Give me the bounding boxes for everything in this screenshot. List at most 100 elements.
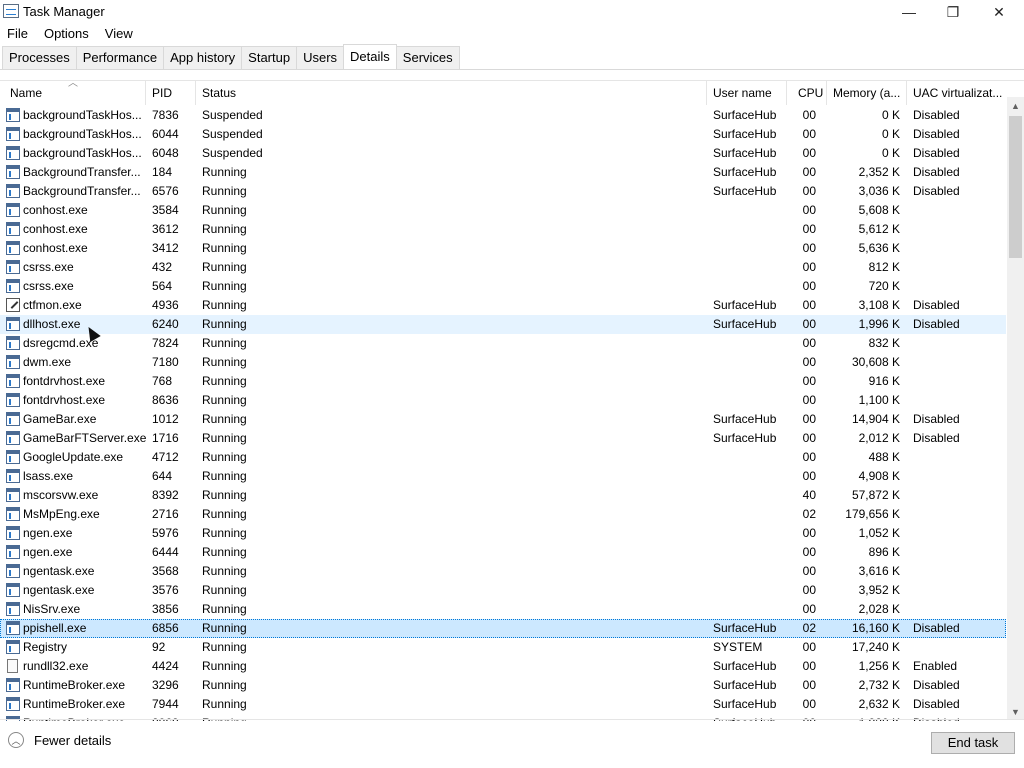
table-row[interactable]: lsass.exe 644 Running 00 4,908 K <box>0 467 1006 486</box>
vertical-scrollbar[interactable]: ▲ ▼ <box>1007 97 1024 720</box>
table-row[interactable]: GameBarFTServer.exe 1716 Running SurfaceHub… <box>0 429 1006 448</box>
cell-uac: Disabled <box>913 431 960 445</box>
cell-pid: 6240 <box>152 317 179 331</box>
table-row[interactable]: MsMpEng.exe 2716 Running 02 179,656 K <box>0 505 1006 524</box>
scroll-up-icon[interactable]: ▲ <box>1007 97 1024 114</box>
tab-processes[interactable]: Processes <box>2 46 77 69</box>
table-row[interactable]: ppishell.exe 6856 Running SurfaceHub 02 16,16… <box>0 619 1006 638</box>
table-row[interactable]: ngentask.exe 3568 Running 00 3,616 K <box>0 562 1006 581</box>
scroll-down-icon[interactable]: ▼ <box>1007 703 1024 720</box>
cell-name: mscorsvw.exe <box>23 488 99 502</box>
cell-name: dwm.exe <box>23 355 72 369</box>
column-header-name[interactable]: Name <box>4 81 146 105</box>
table-row[interactable]: backgroundTaskHos... 6048 Suspended Surface… <box>0 144 1006 163</box>
cell-mem: 14,904 K <box>851 412 900 426</box>
table-row[interactable]: BackgroundTransfer... 184 Running SurfaceHu… <box>0 163 1006 182</box>
cell-mem: 1,052 K <box>858 526 900 540</box>
cell-cpu: 00 <box>802 222 816 236</box>
tab-app-history[interactable]: App history <box>163 46 243 69</box>
cell-mem: 16,160 K <box>851 621 900 635</box>
tab-services[interactable]: Services <box>395 46 460 69</box>
cell-user <box>713 201 788 220</box>
cell-uac <box>913 600 1003 619</box>
cell-pid: 7944 <box>152 697 179 711</box>
table-row[interactable]: RuntimeBroker.exe 3296 Running SurfaceHub 00… <box>0 676 1006 695</box>
cell-mem: 57,872 K <box>851 488 900 502</box>
column-header-cpu[interactable]: CPU <box>787 81 827 105</box>
table-row[interactable]: dsregcmd.exe 7824 Running 00 832 K <box>0 334 1006 353</box>
table-row[interactable]: fontdrvhost.exe 8636 Running 00 1,100 K <box>0 391 1006 410</box>
cell-uac <box>913 277 1003 296</box>
table-row[interactable]: BackgroundTransfer... 6576 Running SurfaceH… <box>0 182 1006 201</box>
cell-name: lsass.exe <box>23 469 74 483</box>
end-task-button[interactable]: End task <box>931 732 1015 754</box>
scroll-thumb[interactable] <box>1009 116 1022 258</box>
table-row[interactable]: fontdrvhost.exe 768 Running 00 916 K <box>0 372 1006 391</box>
table-row[interactable]: ngen.exe 5976 Running 00 1,052 K <box>0 524 1006 543</box>
table-row[interactable]: rundll32.exe 4424 Running SurfaceHub 00 1,256… <box>0 657 1006 676</box>
cell-status: Running <box>202 583 247 597</box>
table-row[interactable]: GameBar.exe 1012 Running SurfaceHub 00 14,904… <box>0 410 1006 429</box>
table-row[interactable]: NisSrv.exe 3856 Running 00 2,028 K <box>0 600 1006 619</box>
table-row[interactable]: mscorsvw.exe 8392 Running 40 57,872 K <box>0 486 1006 505</box>
table-row[interactable]: csrss.exe 432 Running 00 812 K <box>0 258 1006 277</box>
cell-cpu: 00 <box>802 203 816 217</box>
cell-user: SurfaceHub <box>713 146 777 160</box>
table-row[interactable]: GoogleUpdate.exe 4712 Running 00 488 K <box>0 448 1006 467</box>
restore-button[interactable]: ❐ <box>930 0 976 24</box>
menu-options[interactable]: Options <box>36 24 97 44</box>
column-header-pid[interactable]: PID <box>146 81 196 105</box>
column-header-user-name[interactable]: User name <box>707 81 787 105</box>
table-row[interactable]: RuntimeBroker.exe 7944 Running SurfaceHub 00… <box>0 695 1006 714</box>
cell-uac: Disabled <box>913 127 960 141</box>
cell-pid: 3568 <box>152 564 179 578</box>
cell-cpu: 00 <box>802 640 816 654</box>
cell-pid: 1716 <box>152 431 179 445</box>
minimize-button[interactable]: — <box>886 0 932 24</box>
tab-details[interactable]: Details <box>343 44 397 69</box>
cell-cpu: 00 <box>802 355 816 369</box>
column-header-memory[interactable]: Memory (a... <box>827 81 907 105</box>
cell-user: SurfaceHub <box>713 697 777 711</box>
cell-uac: Disabled <box>913 165 960 179</box>
table-row[interactable]: ngen.exe 6444 Running 00 896 K <box>0 543 1006 562</box>
table-row[interactable]: Registry 92 Running SYSTEM 00 17,240 K <box>0 638 1006 657</box>
cell-user <box>713 581 788 600</box>
cell-mem: 3,036 K <box>858 184 900 198</box>
table-row[interactable]: conhost.exe 3584 Running 00 5,608 K <box>0 201 1006 220</box>
cell-pid: 644 <box>152 469 173 483</box>
cell-status: Running <box>202 355 247 369</box>
table-row[interactable]: dllhost.exe 6240 Running SurfaceHub 00 1,996 … <box>0 315 1006 334</box>
cell-cpu: 00 <box>802 127 816 141</box>
cell-name: BackgroundTransfer... <box>23 184 141 198</box>
fewer-details-link[interactable]: ︿ Fewer details <box>8 732 111 748</box>
menu-view[interactable]: View <box>97 24 141 44</box>
tab-startup[interactable]: Startup <box>241 46 298 69</box>
close-button[interactable]: ✕ <box>976 0 1022 24</box>
table-row[interactable]: conhost.exe 3412 Running 00 5,636 K <box>0 239 1006 258</box>
cell-mem: 0 K <box>881 108 900 122</box>
cell-name: conhost.exe <box>23 222 88 236</box>
cell-user <box>713 258 788 277</box>
cell-status: Running <box>202 640 247 654</box>
cell-cpu: 00 <box>802 165 816 179</box>
cell-status: Running <box>202 678 247 692</box>
table-row[interactable]: conhost.exe 3612 Running 00 5,612 K <box>0 220 1006 239</box>
menu-file[interactable]: File <box>0 24 36 44</box>
table-row[interactable]: ngentask.exe 3576 Running 00 3,952 K <box>0 581 1006 600</box>
cell-user <box>713 505 788 524</box>
table-row[interactable]: csrss.exe 564 Running 00 720 K <box>0 277 1006 296</box>
table-row[interactable]: ctfmon.exe 4936 Running SurfaceHub 00 3,108 K… <box>0 296 1006 315</box>
table-row[interactable]: dwm.exe 7180 Running 00 30,608 K <box>0 353 1006 372</box>
column-header-uac-virtualization[interactable]: UAC virtualizat... <box>907 81 1007 105</box>
table-row[interactable]: backgroundTaskHos... 6044 Suspended Surface… <box>0 125 1006 144</box>
tab-performance[interactable]: Performance <box>75 46 165 69</box>
cell-uac <box>913 562 1003 581</box>
column-header-status[interactable]: Status <box>196 81 707 105</box>
tab-users[interactable]: Users <box>296 46 345 69</box>
cell-user <box>713 334 788 353</box>
table-row[interactable]: backgroundTaskHos... 7836 Suspended Surface… <box>0 106 1006 125</box>
cell-name: backgroundTaskHos... <box>23 108 142 122</box>
cell-status: Running <box>202 222 247 236</box>
cell-cpu: 00 <box>802 602 816 616</box>
